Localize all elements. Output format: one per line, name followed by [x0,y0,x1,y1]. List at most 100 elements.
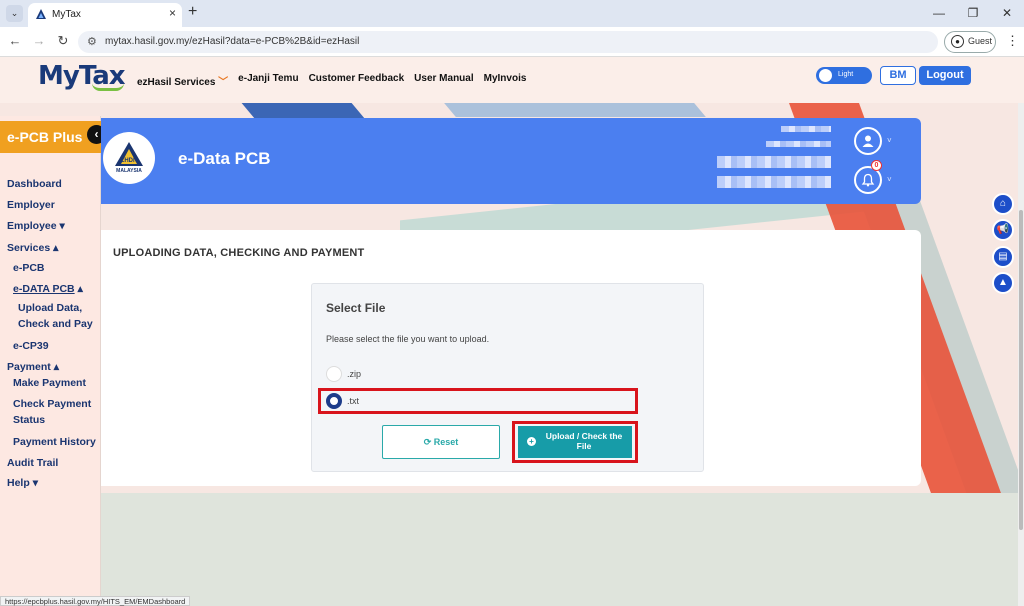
tab-title: MyTax [52,9,81,20]
radio-txt[interactable] [326,393,342,409]
site-header: MyTax ezHasil Services ﹀ e-Janji Temu Cu… [0,57,1024,103]
logo-swoosh-icon [92,83,124,91]
toggle-knob [819,69,832,82]
upload-label: Upload / Check the File [545,431,623,451]
caret-down-icon: ▾ [59,220,65,232]
redacted-text [717,176,831,188]
logout-button[interactable]: Logout [919,66,971,85]
menu-customer-feedback[interactable]: Customer Feedback [309,73,405,88]
address-bar[interactable]: ⚙ mytax.hasil.gov.my/ezHasil?data=e-PCB%… [78,31,938,53]
sidebar-item-check-line2[interactable]: Status [13,414,45,426]
sidebar-item-payment[interactable]: Payment ▴ [7,361,59,373]
menu-ezhasil-label: ezHasil Services [137,77,216,88]
browser-toolbar: ← → ↻ ⚙ mytax.hasil.gov.my/ezHasil?data=… [0,27,1024,57]
redacted-text [781,126,831,132]
sidebar-item-edata-label: e-DATA PCB [13,283,75,295]
close-window-icon[interactable]: ✕ [990,0,1024,27]
site-settings-icon[interactable]: ⚙ [87,35,97,48]
reload-icon[interactable]: ↻ [54,33,72,49]
forward-icon[interactable]: → [30,33,48,48]
user-profile-button[interactable] [854,127,882,155]
page-banner: LHDN MALAYSIA e-Data PCB ˅ 0 ˅ [101,118,921,204]
radio-txt-label[interactable]: .txt [347,396,359,406]
sidebar-header: e-PCB Plus [0,121,101,153]
redacted-text [766,141,831,147]
page-title: e-Data PCB [178,149,271,168]
plus-circle-icon: + [527,437,536,446]
profile-icon: ● [951,35,964,48]
panel-title: Select File [326,301,386,315]
theme-toggle[interactable]: Light [816,67,872,84]
upload-card: UPLOADING DATA, CHECKING AND PAYMENT Sel… [101,230,921,486]
sidebar-item-upload-line1[interactable]: Upload Data, [18,302,82,314]
decor-lower-band [100,493,1024,606]
graduation-cap-icon[interactable]: ▲ [992,272,1014,294]
menu-e-janji-temu[interactable]: e-Janji Temu [238,73,298,88]
refresh-icon: ⟳ [423,437,432,447]
sidebar-item-payment-history[interactable]: Payment History [13,436,96,448]
radio-zip[interactable] [326,366,342,382]
sidebar-item-payment-label: Payment [7,361,51,373]
browser-tab-mytax[interactable]: MyTax × [28,3,182,27]
browser-menu-icon[interactable]: ⋮ [1006,33,1019,49]
new-tab-icon[interactable]: + [188,3,197,21]
logo-abbr: LHDN [121,158,138,164]
chevron-down-icon: ﹀ [218,77,229,88]
home-icon[interactable]: ⌂ [992,193,1014,215]
sidebar-item-help[interactable]: Help ▾ [7,477,38,489]
sidebar-item-dashboard[interactable]: Dashboard [7,178,62,190]
back-icon[interactable]: ← [6,33,24,48]
user-icon [862,135,874,147]
sidebar: e-PCB Plus ‹ Dashboard Employer Employee… [0,116,106,606]
caret-up-icon: ▴ [53,361,59,373]
restore-icon[interactable]: ❐ [956,0,990,27]
main-menu: ezHasil Services ﹀ e-Janji Temu Customer… [137,73,526,88]
sidebar-item-upload-line2[interactable]: Check and Pay [18,318,93,330]
lhdn-favicon-icon [36,9,46,19]
book-icon[interactable]: ▤ [992,246,1014,268]
sidebar-item-check-line1[interactable]: Check Payment [13,398,91,410]
sidebar-item-employee[interactable]: Employee ▾ [7,220,65,232]
chevron-down-icon: ˅ [887,136,892,145]
menu-ezhasil-services[interactable]: ezHasil Services ﹀ [137,73,228,88]
megaphone-icon[interactable]: 📢 [992,219,1014,241]
tab-close-icon[interactable]: × [169,6,176,20]
select-file-panel: Select File Please select the file you w… [311,283,704,472]
minimize-icon[interactable]: — [922,0,956,27]
caret-down-icon: ▾ [32,477,38,489]
sidebar-item-e-data-pcb[interactable]: e-DATA PCB ▴ [13,283,83,295]
guest-profile-button[interactable]: ● Guest [944,31,996,53]
caret-up-icon: ▴ [53,242,59,254]
sidebar-item-e-pcb[interactable]: e-PCB [13,262,45,274]
sidebar-title: e-PCB Plus [7,129,83,145]
notification-count-badge: 0 [871,160,882,171]
language-bm-button[interactable]: BM [880,66,916,85]
scrollbar-thumb[interactable] [1019,210,1023,530]
url-text: mytax.hasil.gov.my/ezHasil?data=e-PCB%2B… [105,36,360,47]
theme-label: Light [838,71,854,78]
bell-icon [861,173,875,187]
sidebar-item-services[interactable]: Services ▴ [7,242,58,254]
menu-myinvois[interactable]: MyInvois [484,73,527,88]
redacted-text [717,156,831,168]
radio-zip-label[interactable]: .zip [347,369,361,379]
logo-my: My [38,61,80,91]
sidebar-item-employer[interactable]: Employer [7,199,55,211]
browser-status-url: https://epcbplus.hasil.gov.my/HITS_EM/EM… [0,596,191,606]
decor-stripe [444,103,706,117]
caret-up-icon: ▴ [77,283,83,295]
sidebar-item-audit-trail[interactable]: Audit Trail [7,457,58,469]
lhdn-emblem-icon: LHDN [115,142,143,166]
upload-check-file-button[interactable]: + Upload / Check the File [518,426,632,458]
panel-description: Please select the file you want to uploa… [326,334,490,344]
reset-label: Reset [433,437,459,447]
highlight-box-txt [318,388,638,414]
reset-button[interactable]: ⟳ Reset [382,425,500,459]
sidebar-item-make-payment[interactable]: Make Payment [13,377,86,389]
card-title: UPLOADING DATA, CHECKING AND PAYMENT [113,247,365,259]
lhdn-logo: LHDN MALAYSIA [103,132,155,184]
menu-user-manual[interactable]: User Manual [414,73,473,88]
logo-country-text: MALAYSIA [116,168,142,174]
tab-list-chevron-icon[interactable]: ⌄ [6,5,23,22]
sidebar-item-e-cp39[interactable]: e-CP39 [13,340,49,352]
